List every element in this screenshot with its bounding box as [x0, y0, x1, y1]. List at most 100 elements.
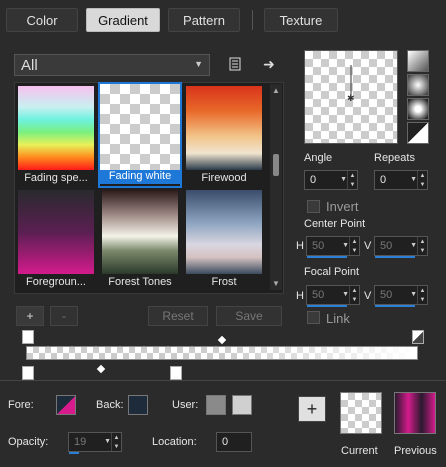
gradient-swatch	[186, 190, 262, 274]
stepper-icon[interactable]: ▲ ▼	[417, 237, 427, 255]
stepper-icon[interactable]: ▲ ▼	[349, 237, 359, 255]
gallery-item-label: Forest Tones	[108, 276, 172, 288]
gallery-item-label: Foregroun...	[26, 276, 86, 288]
center-point-label: Center Point	[304, 218, 366, 230]
chevron-down-icon[interactable]: ▼	[410, 242, 417, 249]
center-h-label: H	[296, 240, 304, 252]
sunburst-style-button[interactable]	[407, 122, 429, 144]
tab-separator	[252, 10, 253, 30]
add-stop-button[interactable]: +	[298, 396, 326, 422]
opacity-stop-start[interactable]	[22, 330, 34, 344]
stepper-icon[interactable]: ▲ ▼	[349, 286, 359, 304]
location-value: 0	[222, 436, 229, 448]
color-stop-start[interactable]	[22, 366, 34, 380]
gallery-item[interactable]: Foregroun...	[16, 188, 96, 292]
chevron-down-icon[interactable]: ▼	[104, 438, 111, 445]
gallery-item-selected[interactable]: Fading white	[98, 82, 182, 188]
chevron-down-icon[interactable]: ▼	[342, 242, 349, 249]
color-midpoint[interactable]	[96, 364, 106, 374]
linear-style-button[interactable]	[407, 50, 429, 72]
scroll-down-icon[interactable]: ▼	[272, 279, 280, 288]
previous-label: Previous	[394, 445, 437, 457]
focal-point-label: Focal Point	[304, 266, 360, 278]
add-gradient-button[interactable]: +	[16, 306, 44, 326]
link-checkbox[interactable]	[307, 311, 320, 324]
focal-v-field[interactable]: 50 ▼ ▲ ▼	[374, 285, 428, 307]
tab-color[interactable]: Color	[6, 8, 78, 32]
scroll-thumb[interactable]	[273, 154, 279, 176]
focal-h-label: H	[296, 290, 304, 302]
gallery-scrollbar[interactable]: ▲ ▼	[270, 84, 282, 290]
gallery-item-label: Firewood	[201, 172, 247, 184]
center-v-value: 50	[380, 240, 393, 252]
focal-v-value: 50	[380, 289, 393, 301]
gallery-item[interactable]: Forest Tones	[100, 188, 180, 292]
center-v-field[interactable]: 50 ▼ ▲ ▼	[374, 236, 428, 258]
gradient-swatch	[100, 84, 180, 170]
gallery-item[interactable]: Frost	[184, 188, 264, 292]
location-label: Location:	[152, 436, 197, 448]
plus-icon: +	[306, 398, 318, 419]
stepper-icon[interactable]: ▲ ▼	[417, 286, 427, 304]
repeats-label: Repeats	[374, 152, 415, 164]
chevron-down-icon[interactable]: ▼	[410, 176, 417, 183]
radial-style-button[interactable]	[407, 98, 429, 120]
angle-field[interactable]: 0 ▼ ▲ ▼	[304, 170, 358, 190]
fore-swatch[interactable]	[56, 395, 76, 415]
user-swatch-2[interactable]	[232, 395, 252, 415]
tab-pattern[interactable]: Pattern	[168, 8, 240, 32]
back-label: Back:	[96, 399, 124, 411]
save-button[interactable]: Save	[216, 306, 282, 326]
gallery-item-label: Fading white	[100, 170, 180, 184]
chevron-down-icon[interactable]: ▼	[342, 291, 349, 298]
gradient-swatch	[18, 86, 94, 170]
rectangular-style-button[interactable]	[407, 74, 429, 96]
opacity-midpoint[interactable]	[217, 335, 227, 345]
color-stop-mid[interactable]	[170, 366, 182, 380]
stepper-icon[interactable]: ▲ ▼	[111, 433, 121, 451]
slider-fill	[375, 256, 415, 258]
slider-fill	[69, 452, 79, 454]
gradient-preview[interactable]: ✱	[304, 50, 398, 144]
remove-gradient-button[interactable]: -	[50, 306, 78, 326]
category-dropdown[interactable]: All ▼	[14, 54, 210, 76]
slider-fill	[307, 305, 347, 307]
gallery-item[interactable]: Fading spe...	[16, 84, 96, 188]
stepper-icon[interactable]: ▲ ▼	[347, 171, 357, 189]
tab-texture[interactable]: Texture	[264, 8, 338, 32]
angle-label: Angle	[304, 152, 333, 164]
back-swatch[interactable]	[128, 395, 148, 415]
scroll-up-icon[interactable]: ▲	[272, 86, 280, 95]
center-h-field[interactable]: 50 ▼ ▲ ▼	[306, 236, 360, 258]
chevron-down-icon[interactable]: ▼	[410, 291, 417, 298]
center-v-label: V	[364, 240, 372, 252]
repeats-field[interactable]: 0 ▼ ▲ ▼	[374, 170, 428, 190]
gradient-swatch	[102, 190, 178, 274]
section-divider	[0, 380, 446, 381]
previous-preview[interactable]	[394, 392, 436, 434]
arrow-right-icon[interactable]: ➜	[260, 54, 278, 74]
opacity-field[interactable]: 19 ▼ ▲ ▼	[68, 432, 122, 454]
tab-gradient[interactable]: Gradient	[86, 8, 160, 32]
focal-h-field[interactable]: 50 ▼ ▲ ▼	[306, 285, 360, 307]
opacity-stop-end[interactable]	[412, 330, 424, 344]
chevron-down-icon: ▼	[194, 59, 203, 69]
stepper-icon[interactable]: ▲ ▼	[417, 171, 427, 189]
current-label: Current	[341, 445, 378, 457]
gallery-item[interactable]: Firewood	[184, 84, 264, 188]
slider-fill	[307, 256, 347, 258]
location-field[interactable]: 0	[216, 432, 252, 452]
reset-button[interactable]: Reset	[148, 306, 208, 326]
document-icon[interactable]	[226, 54, 244, 74]
repeats-value: 0	[380, 174, 387, 186]
slider-fill	[375, 305, 415, 307]
invert-checkbox[interactable]	[307, 200, 320, 213]
svg-text:✱: ✱	[347, 94, 355, 104]
chevron-down-icon[interactable]: ▼	[340, 176, 347, 183]
gradient-swatch	[18, 190, 94, 274]
angle-value: 0	[310, 174, 317, 186]
focal-v-label: V	[364, 290, 372, 302]
gradient-ramp[interactable]	[26, 346, 418, 360]
fore-label: Fore:	[8, 399, 34, 411]
user-swatch-1[interactable]	[206, 395, 226, 415]
